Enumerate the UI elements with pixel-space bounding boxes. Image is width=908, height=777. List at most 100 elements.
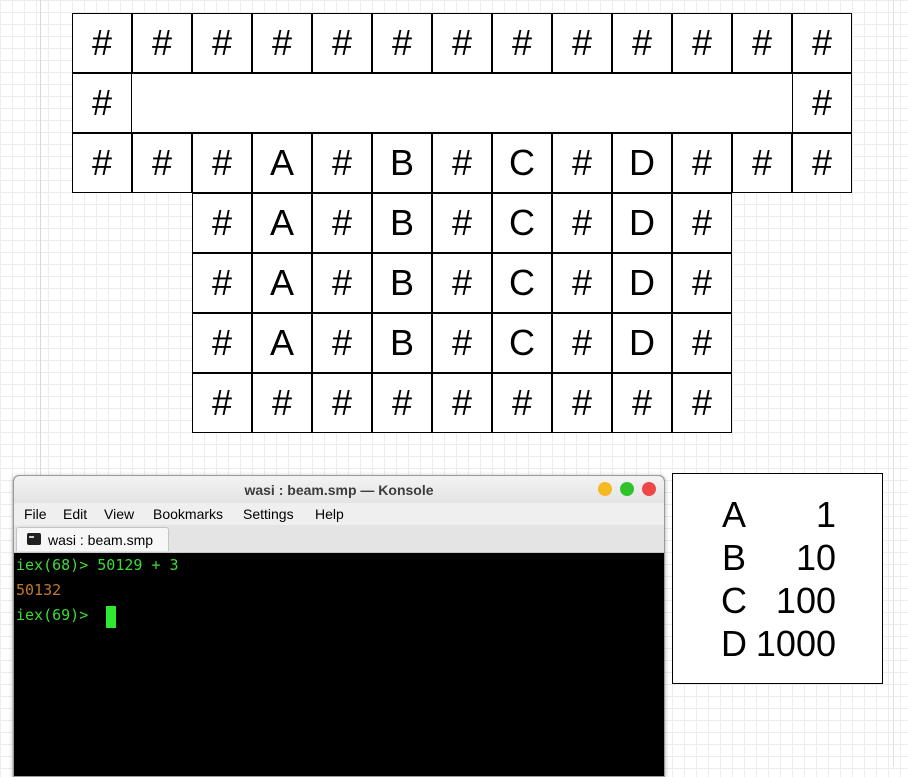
grid-cell-hash: #: [192, 253, 252, 313]
grid-cell-hash: #: [552, 313, 612, 373]
legend-key: C: [721, 580, 747, 621]
menu-edit[interactable]: Edit: [63, 506, 87, 522]
grid-cell-hash: #: [672, 133, 732, 193]
grid-cell-hash: #: [72, 133, 132, 193]
grid-cell-hash: #: [492, 373, 552, 433]
grid-cell-hash: #: [672, 13, 732, 73]
grid-cell-hash: #: [72, 73, 132, 133]
legend-row-a: A1: [673, 494, 884, 537]
grid-cell-hash: #: [672, 193, 732, 253]
grid-cell-hash: #: [672, 253, 732, 313]
menu-settings[interactable]: Settings: [243, 506, 294, 522]
close-button[interactable]: [642, 482, 656, 496]
grid-cell-a: A: [252, 313, 312, 373]
tab-label: wasi : beam.smp: [48, 532, 154, 548]
grid-cell-d: D: [612, 253, 672, 313]
legend-row-d: D 1000: [673, 623, 884, 666]
terminal-cursor: [106, 606, 116, 628]
menu-view[interactable]: View: [104, 506, 134, 522]
grid-cell-hash: #: [372, 13, 432, 73]
grid-cell-hash: #: [192, 133, 252, 193]
menu-bookmarks[interactable]: Bookmarks: [153, 506, 223, 522]
grid-cell-hash: #: [612, 13, 672, 73]
maximize-button[interactable]: [620, 482, 634, 496]
grid-cell-hash: #: [672, 373, 732, 433]
grid-cell-hash: #: [312, 373, 372, 433]
grid-cell-c: C: [492, 313, 552, 373]
terminal-output[interactable]: iex(68)> 50129 + 3 50132 iex(69)>: [14, 553, 664, 776]
menu-file[interactable]: File: [24, 506, 47, 522]
legend-value: 1: [815, 494, 836, 535]
grid-cell-hash: #: [492, 13, 552, 73]
grid-cell-hash: #: [312, 253, 372, 313]
terminal-icon: [27, 533, 41, 545]
grid-cell-hash: #: [312, 313, 372, 373]
grid-cell-a: A: [252, 253, 312, 313]
grid-cell-d: D: [612, 193, 672, 253]
legend-key: A: [721, 494, 746, 535]
grid-cell-a: A: [252, 193, 312, 253]
grid-cell-b: B: [372, 133, 432, 193]
title-bar[interactable]: wasi : beam.smp — Konsole: [14, 476, 664, 504]
grid-cell-a: A: [252, 133, 312, 193]
grid-cell-hash: #: [432, 373, 492, 433]
grid-cell-hash: #: [372, 373, 432, 433]
grid-cell-hash: #: [312, 13, 372, 73]
grid-cell-d: D: [612, 313, 672, 373]
grid-cell-c: C: [492, 193, 552, 253]
legend-key: B: [721, 537, 746, 578]
grid-cell-hash: #: [552, 373, 612, 433]
grid-cell-hash: #: [612, 373, 672, 433]
window-title: wasi : beam.smp — Konsole: [244, 482, 434, 498]
grid-cell-hash: #: [432, 193, 492, 253]
konsole-window[interactable]: wasi : beam.smp — Konsole File Edit View…: [13, 475, 665, 777]
grid-cell-hash: #: [132, 133, 192, 193]
minimize-button[interactable]: [598, 482, 612, 496]
grid-cell-b: B: [372, 193, 432, 253]
grid-cell-hash: #: [552, 193, 612, 253]
legend-value: 10: [795, 537, 836, 578]
grid-cell-hash: #: [192, 313, 252, 373]
terminal-line-prompt: iex(69)>: [16, 606, 98, 624]
grid-cell-hash: #: [732, 13, 792, 73]
grid-cell-hash: #: [432, 253, 492, 313]
legend-value: 1000: [755, 623, 836, 664]
legend-row-b: B 10: [673, 537, 884, 580]
grid-cell-d: D: [612, 133, 672, 193]
tab-wasi-beam[interactable]: wasi : beam.smp: [16, 527, 169, 551]
tab-bar: wasi : beam.smp: [14, 525, 664, 553]
grid-empty-row: [132, 73, 793, 133]
grid-cell-hash: #: [252, 373, 312, 433]
grid-cell-hash: #: [732, 133, 792, 193]
grid-cell-hash: #: [552, 133, 612, 193]
grid-cell-hash: #: [192, 373, 252, 433]
grid-cell-hash: #: [132, 13, 192, 73]
grid-cell-c: C: [492, 253, 552, 313]
grid-cell-hash: #: [432, 13, 492, 73]
grid-cell-b: B: [372, 313, 432, 373]
grid-cell-hash: #: [312, 133, 372, 193]
grid-cell-hash: #: [192, 193, 252, 253]
legend-value: 100: [775, 580, 836, 621]
grid-cell-b: B: [372, 253, 432, 313]
value-legend: A 1 B 10 C 100 D 1000: [672, 473, 883, 684]
grid-cell-hash: #: [432, 313, 492, 373]
legend-key: D: [721, 623, 747, 664]
grid-cell-hash: #: [432, 133, 492, 193]
grid-cell-hash: #: [792, 13, 852, 73]
menu-bar: File Edit View Bookmarks Settings Help: [14, 503, 664, 525]
menu-help[interactable]: Help: [315, 506, 344, 522]
symbol-grid: # # # # # # # # # # # # # # # # # # A # B # C # D # # # # A # B # C # D # # A #…: [72, 13, 853, 433]
grid-cell-c: C: [492, 133, 552, 193]
grid-cell-hash: #: [792, 133, 852, 193]
grid-cell-hash: #: [252, 13, 312, 73]
grid-cell-hash: #: [792, 73, 852, 133]
grid-cell-hash: #: [552, 253, 612, 313]
page-right-edge: [893, 0, 894, 767]
grid-cell-hash: #: [72, 13, 132, 73]
grid-cell-hash: #: [312, 193, 372, 253]
grid-cell-hash: #: [552, 13, 612, 73]
terminal-line-result: 50132: [16, 581, 62, 599]
grid-cell-hash: #: [672, 313, 732, 373]
terminal-line-input: iex(68)> 50129 + 3: [16, 556, 179, 574]
